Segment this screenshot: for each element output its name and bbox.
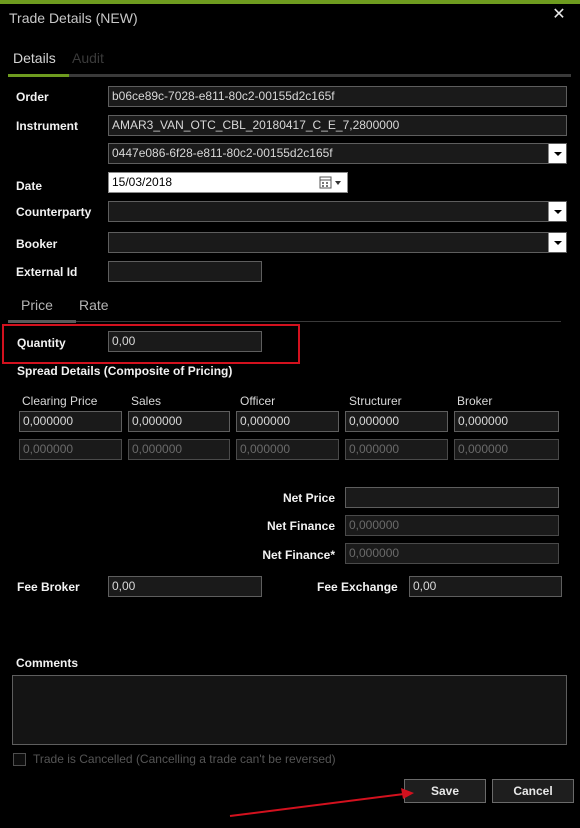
- booker-label: Booker: [16, 237, 58, 251]
- subtab-divider: [8, 321, 561, 322]
- external-id-label: External Id: [16, 265, 78, 279]
- date-value: 15/03/2018: [112, 175, 173, 189]
- column-header: Clearing Price: [22, 394, 98, 408]
- instrument-field[interactable]: AMAR3_VAN_OTC_CBL_20180417_C_E_7,2800000: [108, 115, 567, 136]
- tab-audit[interactable]: Audit: [72, 50, 104, 66]
- fee-broker-label: Fee Broker: [17, 580, 80, 594]
- trade-cancelled-label: Trade is Cancelled (Cancelling a trade c…: [33, 752, 336, 766]
- date-label: Date: [16, 179, 43, 193]
- column-header: Structurer: [349, 394, 402, 408]
- clearing-price-field[interactable]: 0,000000: [19, 411, 122, 432]
- clearing-price-readonly: 0,000000: [19, 439, 122, 460]
- column-header: Officer: [240, 394, 276, 408]
- order-label: Order: [16, 90, 49, 104]
- trade-cancelled-checkbox[interactable]: [13, 753, 26, 766]
- structurer-field[interactable]: 0,000000: [345, 411, 448, 432]
- broker-field[interactable]: 0,000000: [454, 411, 559, 432]
- spread-title: Spread Details (Composite of Pricing): [17, 364, 233, 378]
- counterparty-select[interactable]: [108, 201, 567, 222]
- net-price-label: Net Price: [282, 491, 335, 505]
- fee-exchange-field[interactable]: 0,00: [409, 576, 562, 597]
- instrument-id-select[interactable]: 0447e086-6f28-e811-80c2-00155d2c165f: [108, 143, 567, 164]
- net-price-field[interactable]: [345, 487, 559, 508]
- order-field[interactable]: b06ce89c-7028-e811-80c2-00155d2c165f: [108, 86, 567, 107]
- quantity-label: Quantity: [17, 336, 66, 350]
- net-finance-star-field: 0,000000: [345, 543, 559, 564]
- counterparty-label: Counterparty: [16, 205, 92, 219]
- quantity-field[interactable]: 0,00: [108, 331, 262, 352]
- date-field[interactable]: 15/03/2018: [108, 172, 348, 193]
- broker-readonly: 0,000000: [454, 439, 559, 460]
- chevron-down-icon[interactable]: [548, 233, 566, 252]
- external-id-field[interactable]: [108, 261, 262, 282]
- officer-readonly: 0,000000: [236, 439, 339, 460]
- net-finance-field: 0,000000: [345, 515, 559, 536]
- tab-rate[interactable]: Rate: [79, 297, 109, 313]
- fee-exchange-label: Fee Exchange: [317, 580, 398, 594]
- sales-readonly: 0,000000: [128, 439, 230, 460]
- cancel-button[interactable]: Cancel: [492, 779, 574, 803]
- column-header: Sales: [131, 394, 162, 408]
- tab-divider: [8, 74, 571, 77]
- tab-price[interactable]: Price: [21, 297, 53, 313]
- save-button[interactable]: Save: [404, 779, 486, 803]
- calendar-icon[interactable]: [317, 175, 345, 190]
- sales-field[interactable]: 0,000000: [128, 411, 230, 432]
- tab-active-indicator: [8, 74, 69, 77]
- officer-field[interactable]: 0,000000: [236, 411, 339, 432]
- instrument-label: Instrument: [16, 119, 79, 133]
- chevron-down-icon[interactable]: [548, 144, 566, 163]
- structurer-readonly: 0,000000: [345, 439, 448, 460]
- instrument-id-value: 0447e086-6f28-e811-80c2-00155d2c165f: [112, 146, 333, 160]
- chevron-down-icon[interactable]: [548, 202, 566, 221]
- subtab-active-indicator: [8, 320, 76, 323]
- column-header: Broker: [457, 394, 493, 408]
- net-finance-star-label: Net Finance*: [262, 548, 335, 562]
- booker-select[interactable]: [108, 232, 567, 253]
- comments-textarea[interactable]: [12, 675, 567, 745]
- net-finance-label: Net Finance: [266, 519, 335, 533]
- close-icon[interactable]: ✕: [550, 6, 568, 24]
- fee-broker-field[interactable]: 0,00: [108, 576, 262, 597]
- tab-details[interactable]: Details: [13, 50, 56, 66]
- comments-label: Comments: [16, 656, 79, 670]
- window-accent-bar: [0, 0, 580, 4]
- window-title: Trade Details (NEW): [9, 10, 138, 26]
